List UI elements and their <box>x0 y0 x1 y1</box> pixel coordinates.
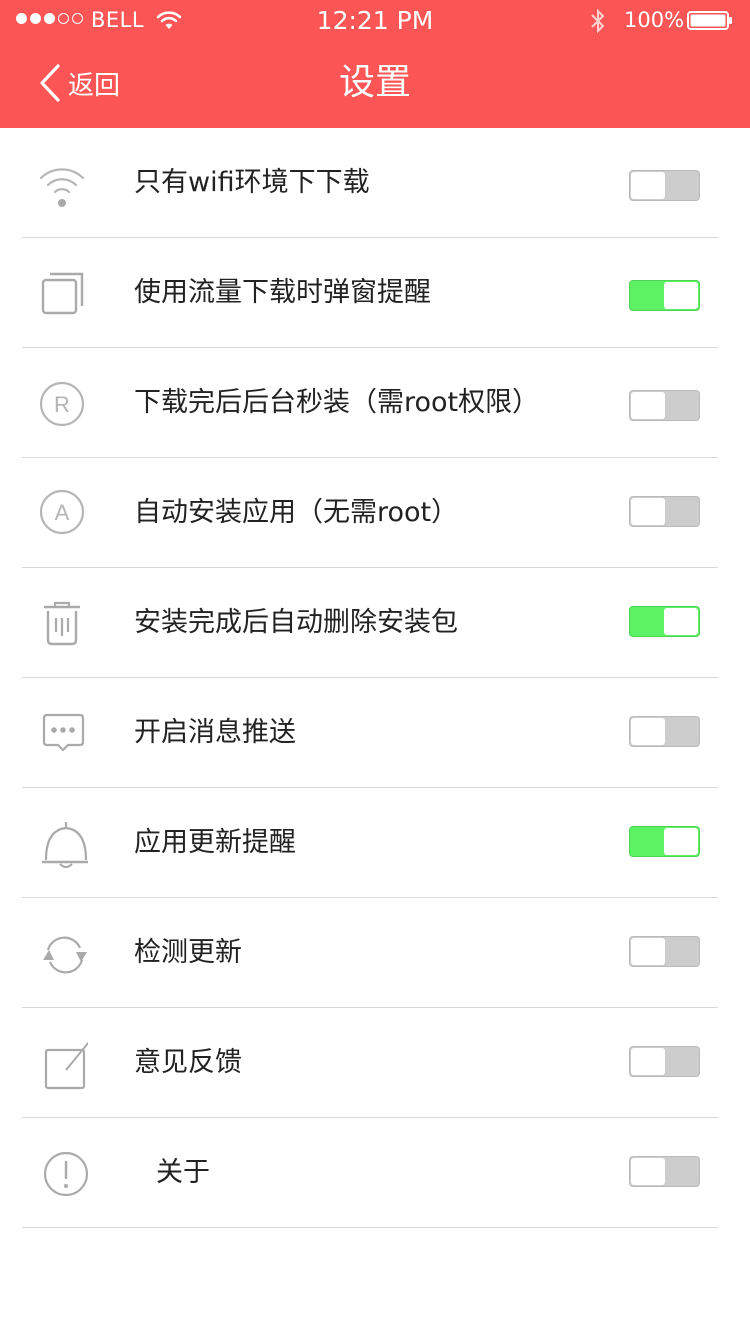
svg-text:A: A <box>55 500 70 525</box>
setting-label: 关于 <box>156 1157 210 1188</box>
bell-icon <box>42 822 88 868</box>
push-toggle[interactable] <box>629 716 700 747</box>
auto-install-toggle[interactable] <box>629 496 700 527</box>
auto-install-icon: A <box>39 489 85 535</box>
message-icon <box>42 713 85 752</box>
setting-row-about[interactable]: 关于 <box>0 1118 750 1228</box>
bluetooth-icon <box>591 8 605 34</box>
setting-row-delete-package: 安装完成后自动删除安装包 <box>0 568 750 678</box>
update-alert-toggle[interactable] <box>629 826 700 857</box>
root-icon: R <box>39 381 85 427</box>
delete-package-toggle[interactable] <box>629 606 700 637</box>
feedback-icon <box>44 1041 88 1090</box>
setting-row-check-update[interactable]: 检测更新 <box>0 898 750 1008</box>
battery-percentage: 100% <box>624 8 685 32</box>
setting-row-push: 开启消息推送 <box>0 678 750 788</box>
svg-text:R: R <box>54 392 70 417</box>
wifi-only-toggle[interactable] <box>629 170 700 201</box>
setting-label: 自动安装应用（无需root） <box>134 497 459 528</box>
setting-label: 开启消息推送 <box>134 717 296 748</box>
silent-install-toggle[interactable] <box>629 390 700 421</box>
setting-row-data-alert: 使用流量下载时弹窗提醒 <box>0 238 750 348</box>
setting-label: 应用更新提醒 <box>134 827 296 858</box>
setting-label: 下载完后后台秒装（需root权限） <box>134 387 540 418</box>
setting-label: 意见反馈 <box>134 1047 242 1078</box>
setting-row-wifi-only: 只有wifi环境下下载 <box>0 128 750 238</box>
status-bar: BELL 12:21 PM 100% <box>0 0 750 40</box>
setting-label: 只有wifi环境下下载 <box>134 167 370 198</box>
top-bar: BELL 12:21 PM 100% 返回 设置 <box>0 0 750 128</box>
setting-label: 检测更新 <box>134 937 242 968</box>
battery-icon <box>687 11 732 30</box>
setting-row-auto-install: A 自动安装应用（无需root） <box>0 458 750 568</box>
setting-row-silent-install: R 下载完后后台秒装（需root权限） <box>0 348 750 458</box>
setting-label: 安装完成后自动删除安装包 <box>134 607 458 638</box>
about-toggle[interactable] <box>629 1156 700 1187</box>
info-icon <box>43 1151 89 1197</box>
setting-row-feedback[interactable]: 意见反馈 <box>0 1008 750 1118</box>
feedback-toggle[interactable] <box>629 1046 700 1077</box>
wifi-icon <box>39 168 85 207</box>
divider <box>22 1227 718 1228</box>
data-alert-toggle[interactable] <box>629 280 700 311</box>
page-title: 设置 <box>338 62 411 103</box>
check-update-toggle[interactable] <box>629 936 700 967</box>
trash-icon <box>44 601 80 646</box>
refresh-icon <box>43 936 87 974</box>
setting-label: 使用流量下载时弹窗提醒 <box>134 277 431 308</box>
copy-icon <box>41 272 84 315</box>
setting-row-update-alert: 应用更新提醒 <box>0 788 750 898</box>
